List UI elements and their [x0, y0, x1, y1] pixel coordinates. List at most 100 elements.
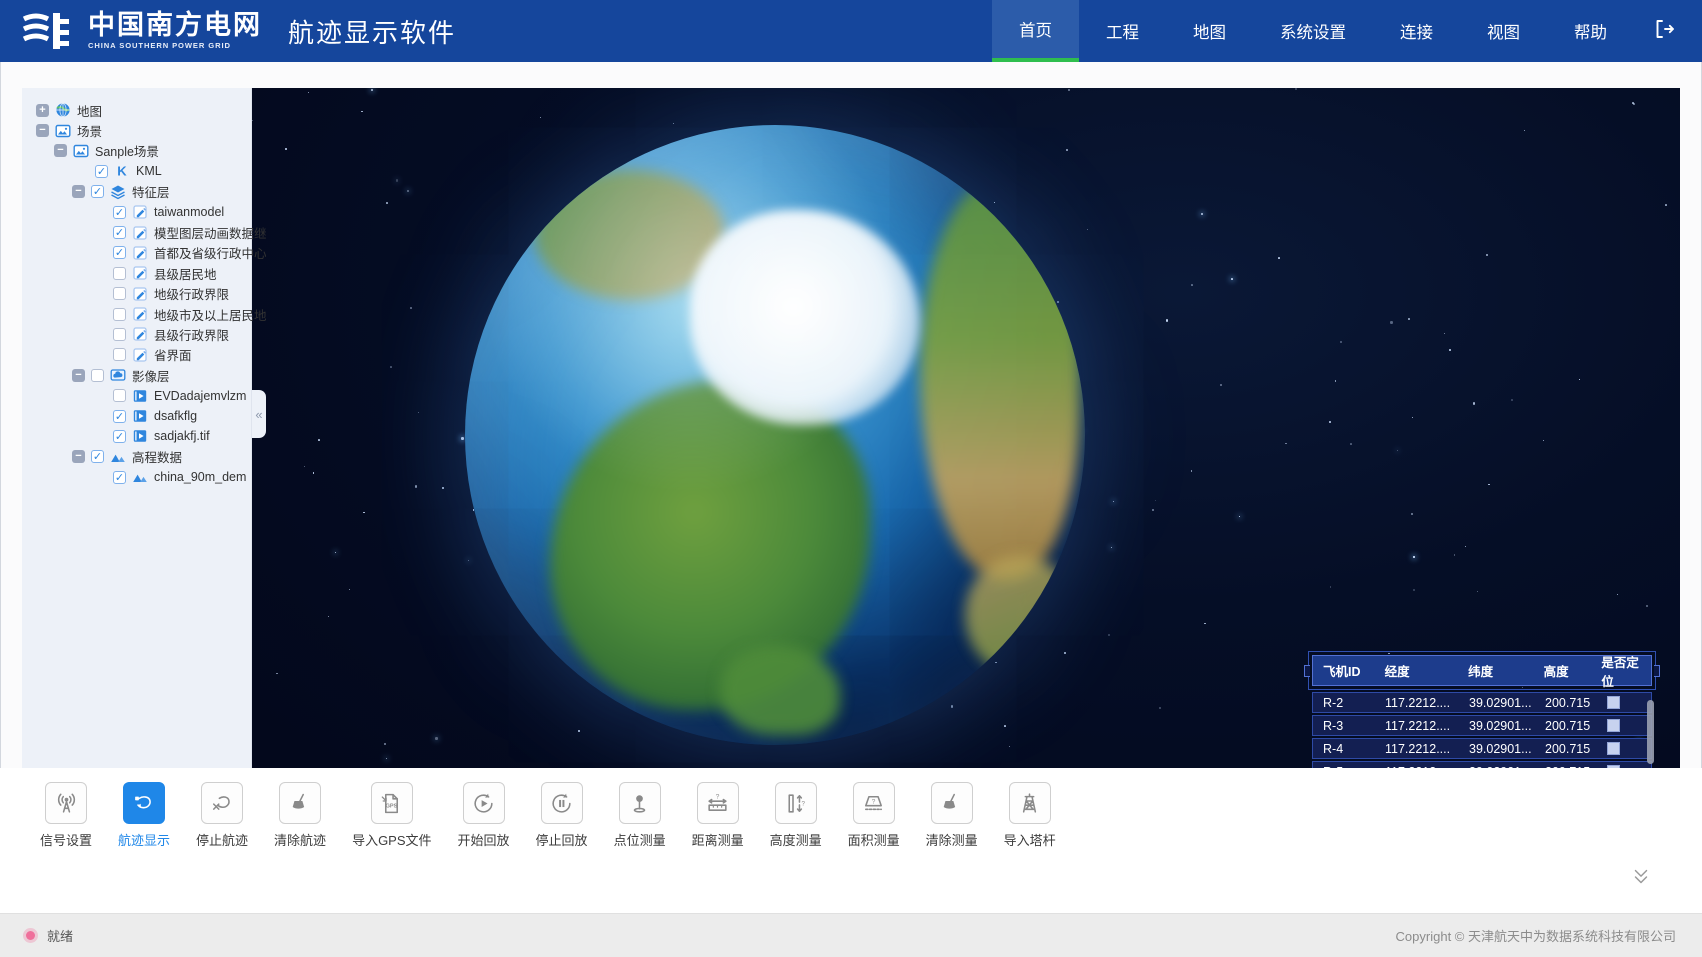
expand-icon[interactable]: +	[36, 104, 49, 117]
flight-table-row[interactable]: R-4117.2212....39.02901...200.715	[1312, 738, 1652, 759]
layer-checkbox[interactable]	[113, 308, 126, 321]
flight-table-cell: 39.02901...	[1459, 696, 1535, 710]
toolbar-button[interactable]: ?距离测量	[692, 782, 744, 849]
toolbar-button[interactable]: 信号设置	[40, 782, 92, 849]
height-measure-icon: ?	[775, 782, 817, 824]
tree-item[interactable]: ✓taiwanmodel	[22, 202, 251, 222]
clear-measure-icon	[931, 782, 973, 824]
collapse-icon[interactable]: −	[36, 124, 49, 137]
tree-item[interactable]: 地级行政界限	[22, 284, 251, 304]
layer-checkbox[interactable]: ✓	[95, 165, 108, 178]
toolbar-button[interactable]: 停止回放	[536, 782, 588, 849]
layer-checkbox[interactable]: ✓	[113, 430, 126, 443]
chevron-left-icon: «	[255, 407, 262, 422]
collapse-toolbar-button[interactable]	[1628, 866, 1654, 888]
layer-checkbox[interactable]	[113, 389, 126, 402]
feature-icon	[132, 347, 148, 363]
raster-icon	[132, 388, 148, 404]
flight-table-row[interactable]: R-2117.2212....39.02901...200.715	[1312, 692, 1652, 713]
collapse-icon[interactable]: −	[72, 369, 85, 382]
tree-item-label: 模型图层动画数据继	[154, 223, 267, 242]
logout-button[interactable]	[1634, 0, 1702, 62]
tree-item[interactable]: − 影像层	[22, 365, 251, 385]
table-scrollbar[interactable]	[1647, 700, 1654, 764]
layer-checkbox[interactable]	[91, 369, 104, 382]
flight-table-row[interactable]: R-5117.2212....39.02901...200.715	[1312, 761, 1652, 768]
toolbar-button[interactable]: GPS 导入GPS文件	[352, 782, 431, 849]
earth-globe	[465, 125, 1085, 745]
tree-item[interactable]: ✓KKML	[22, 161, 251, 181]
toolbar-button[interactable]: ?高度测量	[770, 782, 822, 849]
nav-tab[interactable]: 连接	[1373, 0, 1460, 62]
brand: 中国南方电网 CHINA SOUTHERN POWER GRID 航迹显示软件	[0, 9, 456, 53]
toolbar-button[interactable]: 导入塔杆	[1004, 782, 1056, 849]
nav-tab[interactable]: 地图	[1166, 0, 1253, 62]
layer-checkbox[interactable]: ✓	[91, 185, 104, 198]
layer-checkbox[interactable]: ✓	[113, 471, 126, 484]
tree-item[interactable]: −✓特征层	[22, 182, 251, 202]
tree-item[interactable]: − Sanple场景	[22, 141, 251, 161]
tree-item[interactable]: ✓模型图层动画数据继	[22, 222, 251, 242]
collapse-icon[interactable]: −	[72, 450, 85, 463]
locate-checkbox[interactable]	[1607, 742, 1620, 755]
feature-icon	[132, 245, 148, 261]
layer-checkbox[interactable]	[113, 287, 126, 300]
toolbar-button[interactable]: 点位测量	[614, 782, 666, 849]
tree-item[interactable]: 地级市及以上居民地	[22, 304, 251, 324]
collapse-icon[interactable]: −	[54, 144, 67, 157]
toolbar-button-label: 清除测量	[926, 830, 978, 849]
track-stop-icon	[201, 782, 243, 824]
collapse-icon[interactable]: −	[72, 185, 85, 198]
toolbar: 信号设置航迹显示停止航迹清除航迹 GPS 导入GPS文件 开始回放停止回放点位测量 ?距…	[0, 768, 1702, 913]
header: 中国南方电网 CHINA SOUTHERN POWER GRID 航迹显示软件 …	[0, 0, 1702, 62]
tree-item[interactable]: − 场景	[22, 120, 251, 140]
nav-tab[interactable]: 视图	[1460, 0, 1547, 62]
tree-item[interactable]: ✓china_90m_dem	[22, 467, 251, 487]
toolbar-button-label: 清除航迹	[274, 830, 326, 849]
svg-text:GPS: GPS	[386, 803, 398, 809]
layer-checkbox[interactable]: ✓	[113, 246, 126, 259]
toolbar-button[interactable]: 航迹显示	[118, 782, 170, 849]
flight-table-row[interactable]: R-3117.2212....39.02901...200.715	[1312, 715, 1652, 736]
toolbar-button[interactable]: 停止航迹	[196, 782, 248, 849]
nav-tab[interactable]: 帮助	[1547, 0, 1634, 62]
tree-item[interactable]: −✓高程数据	[22, 447, 251, 467]
layer-checkbox[interactable]: ✓	[113, 206, 126, 219]
toolbar-button[interactable]: 清除测量	[926, 782, 978, 849]
nav-tab[interactable]: 首页	[992, 0, 1079, 62]
toolbar-button[interactable]: ?面积测量	[848, 782, 900, 849]
map-canvas[interactable]: +地图−场景−Sanple场景✓KKML−✓特征层✓taiwanmodel✓模型…	[22, 88, 1680, 768]
tree-item[interactable]: +地图	[22, 100, 251, 120]
layer-checkbox[interactable]: ✓	[91, 450, 104, 463]
tree-item[interactable]: ✓首都及省级行政中心	[22, 243, 251, 263]
sidebar-collapse-handle[interactable]: «	[252, 390, 266, 438]
layer-checkbox[interactable]	[113, 267, 126, 280]
tree-item-label: 场景	[77, 121, 102, 140]
layer-checkbox[interactable]: ✓	[113, 410, 126, 423]
toolbar-button[interactable]: 开始回放	[458, 782, 510, 849]
tree-item-label: Sanple场景	[95, 141, 159, 160]
tree-item-label: 县级行政界限	[154, 325, 229, 344]
imagery-icon	[110, 367, 126, 383]
tree-item[interactable]: 县级行政界限	[22, 324, 251, 344]
nav-tab[interactable]: 工程	[1079, 0, 1166, 62]
locate-checkbox[interactable]	[1607, 719, 1620, 732]
tree-item[interactable]: EVDadajemvlzm	[22, 385, 251, 405]
svg-text:?: ?	[716, 793, 720, 800]
locate-checkbox[interactable]	[1607, 696, 1620, 709]
nav-tab[interactable]: 系统设置	[1253, 0, 1373, 62]
tree-item[interactable]: ✓sadjakfj.tif	[22, 426, 251, 446]
flight-table-cell: 117.2212....	[1375, 719, 1459, 733]
tree-item[interactable]: 县级居民地	[22, 263, 251, 283]
tree-item[interactable]: ✓dsafkflg	[22, 406, 251, 426]
toolbar-button[interactable]: 清除航迹	[274, 782, 326, 849]
layer-checkbox[interactable]	[113, 348, 126, 361]
layer-checkbox[interactable]	[113, 328, 126, 341]
terrain-icon	[132, 469, 148, 485]
signal-icon	[45, 782, 87, 824]
tree-item[interactable]: 省界面	[22, 345, 251, 365]
toolbar-button-label: 导入GPS文件	[352, 830, 431, 849]
tree-item-label: 影像层	[132, 366, 170, 385]
layer-checkbox[interactable]: ✓	[113, 226, 126, 239]
feature-icon	[132, 225, 148, 241]
